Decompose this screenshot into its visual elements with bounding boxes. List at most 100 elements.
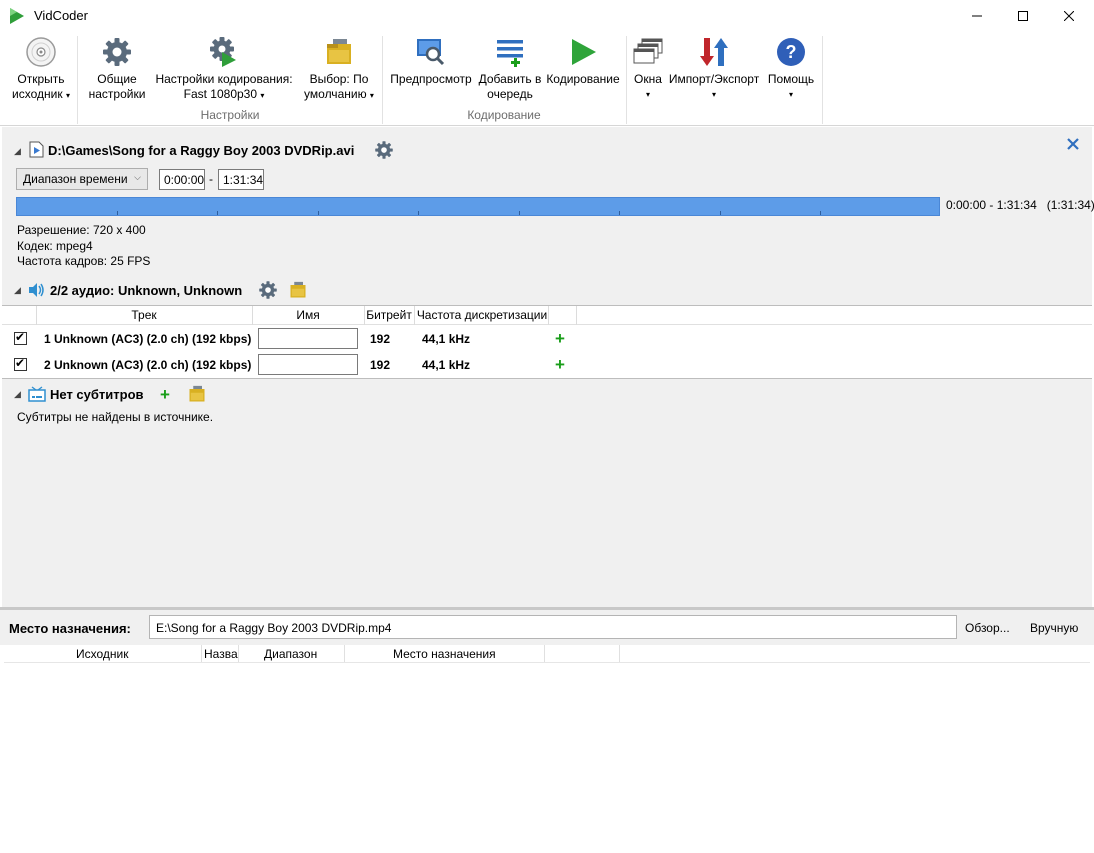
import-export-arrows-icon [700,38,728,66]
dropdown-arrow-icon: ▾ [711,90,716,99]
close-button[interactable] [1046,0,1092,32]
audio-section-title: 2/2 аудио: Unknown, Unknown [50,283,243,298]
checkmark-icon: ✔ [15,356,26,370]
encode-label: Кодирование [546,72,620,86]
help-label: Помощь [767,72,815,86]
audio-track-samplerate: 44,1 kHz [422,332,471,346]
no-subtitles-message: Субтитры не найдены в источнике. [17,410,214,424]
windows-stack-icon [633,38,663,64]
minimize-button[interactable] [954,0,1000,32]
range-dash: - [209,172,213,186]
group-divider [382,36,383,124]
dropdown-arrow-icon: ▾ [645,90,650,99]
add-queue-icon [497,40,523,67]
source-file-path: D:\Games\Song for a Raggy Boy 2003 DVDRi… [48,143,355,158]
audio-table-header: Трек Имя Битрейт Частота дискретизации [2,306,1092,325]
help-button[interactable]: ? Помощь ▾ [764,36,818,102]
open-source-button[interactable]: Открыть исходник ▾ [10,36,72,103]
queue-column-source[interactable]: Исходник [76,647,128,661]
destination-bar: Место назначения: E:\Song for a Raggy Bo… [0,607,1094,645]
help-question-icon: ? [777,38,805,66]
group-label-settings: Настройки [200,108,260,122]
range-start-input[interactable]: 0:00:00 [159,169,205,190]
collapse-source-icon[interactable]: ◢ [14,146,21,157]
checkmark-icon: ✔ [15,330,26,344]
audio-preset-folder-icon[interactable] [288,280,308,300]
preview-button[interactable]: Предпросмотр [388,36,474,87]
range-end-input[interactable]: 1:31:34 [218,169,264,190]
queue-column-destination[interactable]: Место назначения [393,647,496,661]
import-export-button[interactable]: Импорт/Экспорт ▾ [664,36,764,102]
general-settings-button[interactable]: Общие настройки [84,36,150,102]
column-header-name: Имя [296,308,320,322]
subtitles-icon [28,386,46,402]
encoding-settings-button[interactable]: Настройки кодирования: Fast 1080p30 ▾ [152,36,296,103]
range-summary: 0:00:00 - 1:31:34 (1:31:34) [946,198,1094,212]
add-audio-track-icon[interactable]: + [555,330,565,347]
audio-track-checkbox[interactable]: ✔ [14,356,27,371]
add-to-queue-button[interactable]: Добавить в очередь [476,36,544,102]
dropdown-arrow-icon: ▾ [788,90,793,99]
encoding-preset-label: Fast 1080p30 [183,87,258,101]
audio-track-bitrate: 192 [370,332,391,346]
range-type-dropdown[interactable]: Диапазон времени ⌵ [16,168,148,190]
audio-track-label: 2 Unknown (AC3) (2.0 ch) (192 kbps) [44,358,252,372]
open-source-label-2: исходник [12,87,63,101]
audio-track-label: 1 Unknown (AC3) (2.0 ch) (192 kbps) [44,332,252,346]
preview-label: Предпросмотр [390,72,472,86]
destination-path-input[interactable]: E:\Song for a Raggy Boy 2003 DVDRip.mp4 [149,615,957,639]
dropdown-arrow-icon: ▾ [369,91,374,100]
duration-text: (1:31:34) [1046,198,1094,212]
minimize-icon [972,15,982,17]
collapse-audio-icon[interactable]: ◢ [14,285,21,296]
video-file-icon [29,141,44,158]
source-settings-gear-icon[interactable] [374,140,394,160]
audio-tracks-table: Трек Имя Битрейт Частота дискретизации ✔… [2,305,1092,379]
audio-track-name-input[interactable] [258,354,358,375]
queue-column-name[interactable]: Назва [204,647,238,661]
encode-button[interactable]: Кодирование [544,36,622,87]
audio-settings-gear-icon[interactable] [258,280,278,300]
add-subtitle-icon[interactable]: + [160,386,170,403]
import-export-label: Импорт/Экспорт [668,72,760,86]
window-title: VidCoder [34,8,88,23]
default-choice-button[interactable]: Выбор: По умолчанию ▾ [300,36,378,103]
close-source-icon[interactable] [1066,137,1080,151]
source-panel: ◢ D:\Games\Song for a Raggy Boy 2003 DVD… [2,127,1094,607]
audio-track-name-input[interactable] [258,328,358,349]
play-icon [572,39,596,65]
collapse-subtitles-icon[interactable]: ◢ [14,389,21,400]
queue-column-range[interactable]: Диапазон [264,647,317,661]
time-range-slider[interactable] [16,197,940,216]
default-choice-label-1: Выбор: По [309,72,369,86]
general-settings-label-1: Общие [97,72,137,86]
encoding-gear-icon [210,37,236,67]
dropdown-arrow-icon: ▾ [260,91,265,100]
browse-button[interactable]: Обзор... [965,621,1010,635]
subtitles-section-title: Нет субтитров [50,387,144,402]
add-audio-track-icon[interactable]: + [555,356,565,373]
general-settings-label-2: настройки [88,87,146,101]
manual-button[interactable]: Вручную [1030,621,1078,635]
default-choice-label-2: умолчанию [304,87,367,101]
column-header-track: Трек [131,308,157,322]
windows-label: Окна [634,72,662,86]
audio-track-checkbox[interactable]: ✔ [14,330,27,345]
column-header-bitrate: Битрейт [366,308,412,322]
maximize-icon [1018,11,1028,21]
queue-table-header: Исходник Назва Диапазон Место назначения [4,645,1090,663]
preview-magnifier-icon [417,39,445,66]
windows-button[interactable]: Окна ▾ [630,36,666,102]
add-queue-label-2: очередь [487,87,533,101]
column-header-samplerate: Частота дискретизации [416,308,548,322]
codec-info: Кодек: mpeg4 [17,239,93,253]
subtitle-preset-folder-icon[interactable] [187,384,207,404]
maximize-button[interactable] [1000,0,1046,32]
add-queue-label-1: Добавить в [478,72,542,86]
audio-track-bitrate: 192 [370,358,391,372]
chevron-down-icon: ⌵ [134,172,141,182]
vidcoder-logo-icon [10,8,24,24]
disc-icon [26,37,56,67]
open-source-label-1: Открыть [17,72,65,86]
resolution-info: Разрешение: 720 x 400 [17,223,146,237]
